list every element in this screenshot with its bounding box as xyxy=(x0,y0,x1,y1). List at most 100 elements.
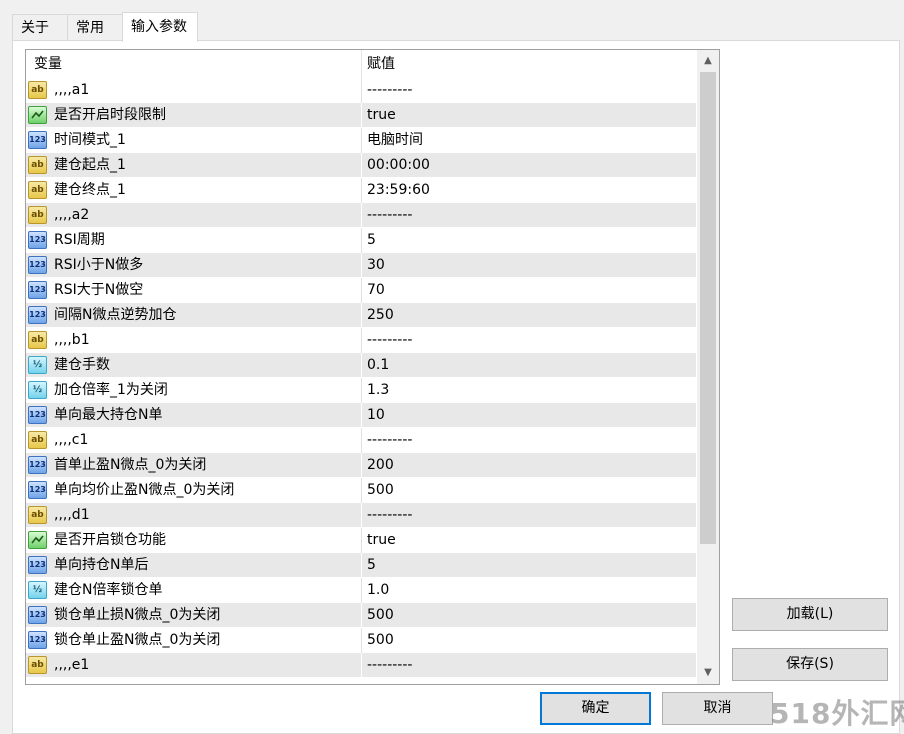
tab-common[interactable]: 常用 xyxy=(67,14,123,40)
parameter-value[interactable]: --------- xyxy=(367,328,412,353)
parameter-value[interactable]: 23:59:60 xyxy=(367,178,430,203)
table-row[interactable]: ab ,,,,a2 --------- xyxy=(26,203,696,228)
properties-window: 关于 常用 输入参数 变量 赋值 ab ,,,,a1 --------- 是否开启时段… xyxy=(0,0,904,734)
cell-divider xyxy=(361,653,362,678)
parameter-value[interactable]: 500 xyxy=(367,603,394,628)
table-row[interactable]: ½ 建仓N倍率锁仓单 1.0 xyxy=(26,578,696,603)
load-button[interactable]: 加载(L) xyxy=(732,598,888,631)
left-edge-background xyxy=(0,0,6,734)
parameter-value[interactable]: --------- xyxy=(367,503,412,528)
table-row[interactable]: 123 单向均价止盈N微点_0为关闭 500 xyxy=(26,478,696,503)
scroll-down-icon[interactable]: ▼ xyxy=(697,662,719,684)
parameter-name: RSI周期 xyxy=(54,232,105,248)
scroll-thumb[interactable] xyxy=(700,72,716,544)
cell-divider xyxy=(361,78,362,103)
cancel-button[interactable]: 取消 xyxy=(662,692,773,725)
vertical-scrollbar[interactable]: ▲ ▼ xyxy=(697,50,719,684)
ok-button[interactable]: 确定 xyxy=(540,692,651,725)
parameter-value[interactable]: true xyxy=(367,528,396,553)
int-icon: 123 xyxy=(28,556,47,574)
table-row[interactable]: ab ,,,,a1 --------- xyxy=(26,78,696,103)
parameter-value[interactable]: 250 xyxy=(367,303,394,328)
parameter-value[interactable]: 70 xyxy=(367,278,385,303)
table-row[interactable]: 123 RSI大于N做空 70 xyxy=(26,278,696,303)
cell-divider xyxy=(361,178,362,203)
parameters-grid[interactable]: 变量 赋值 ab ,,,,a1 --------- 是否开启时段限制 true 123 时间… xyxy=(25,49,720,685)
parameter-name: 间隔N微点逆势加仓 xyxy=(54,307,177,323)
scroll-up-icon[interactable]: ▲ xyxy=(697,50,719,72)
parameter-value[interactable]: 500 xyxy=(367,478,394,503)
parameter-name: ,,,,c1 xyxy=(54,432,89,448)
bool-icon xyxy=(28,531,47,549)
tab-about[interactable]: 关于 xyxy=(12,14,68,40)
table-row[interactable]: 123 时间模式_1 电脑时间 xyxy=(26,128,696,153)
table-row[interactable]: 123 单向持仓N单后 5 xyxy=(26,553,696,578)
column-header-value[interactable]: 赋值 xyxy=(367,50,395,78)
parameter-name: 建仓起点_1 xyxy=(54,157,126,173)
grid-rows: ab ,,,,a1 --------- 是否开启时段限制 true 123 时间模式_1 电脑… xyxy=(26,78,696,678)
table-row[interactable]: 123 锁仓单止损N微点_0为关闭 500 xyxy=(26,603,696,628)
table-row[interactable]: 是否开启时段限制 true xyxy=(26,103,696,128)
parameter-value[interactable]: 00:00:00 xyxy=(367,153,430,178)
cell-divider xyxy=(361,253,362,278)
table-row[interactable]: ab 建仓起点_1 00:00:00 xyxy=(26,153,696,178)
cell-divider xyxy=(361,403,362,428)
cell-divider xyxy=(361,328,362,353)
table-row[interactable]: ½ 加仓倍率_1为关闭 1.3 xyxy=(26,378,696,403)
cell-divider xyxy=(361,128,362,153)
parameter-name: ,,,,a2 xyxy=(54,207,90,223)
cell-divider xyxy=(361,378,362,403)
parameter-value[interactable]: 1.3 xyxy=(367,378,389,403)
parameter-value[interactable]: --------- xyxy=(367,428,412,453)
int-icon: 123 xyxy=(28,406,47,424)
cell-divider xyxy=(361,353,362,378)
table-row[interactable]: 123 单向最大持仓N单 10 xyxy=(26,403,696,428)
table-row[interactable]: 123 首单止盈N微点_0为关闭 200 xyxy=(26,453,696,478)
parameter-name: 锁仓单止损N微点_0为关闭 xyxy=(54,607,221,623)
column-divider[interactable] xyxy=(361,50,362,78)
table-row[interactable]: ½ 建仓手数 0.1 xyxy=(26,353,696,378)
table-row[interactable]: ab ,,,,e1 --------- xyxy=(26,653,696,678)
table-row[interactable]: 是否开启锁仓功能 true xyxy=(26,528,696,553)
int-icon: 123 xyxy=(28,456,47,474)
cell-divider xyxy=(361,578,362,603)
parameter-name: 是否开启锁仓功能 xyxy=(54,532,166,548)
tab-input-parameters[interactable]: 输入参数 xyxy=(122,12,198,42)
save-button[interactable]: 保存(S) xyxy=(732,648,888,681)
parameter-value[interactable]: --------- xyxy=(367,78,412,103)
parameter-value[interactable]: --------- xyxy=(367,653,412,678)
int-icon: 123 xyxy=(28,256,47,274)
table-row[interactable]: 123 间隔N微点逆势加仓 250 xyxy=(26,303,696,328)
table-row[interactable]: ab ,,,,b1 --------- xyxy=(26,328,696,353)
parameter-value[interactable]: 200 xyxy=(367,453,394,478)
parameter-value[interactable]: 500 xyxy=(367,628,394,653)
int-icon: 123 xyxy=(28,481,47,499)
table-row[interactable]: ab ,,,,c1 --------- xyxy=(26,428,696,453)
column-header-variable[interactable]: 变量 xyxy=(34,50,62,78)
table-row[interactable]: ab ,,,,d1 --------- xyxy=(26,503,696,528)
int-icon: 123 xyxy=(28,306,47,324)
int-icon: 123 xyxy=(28,131,47,149)
parameter-value[interactable]: 30 xyxy=(367,253,385,278)
table-row[interactable]: 123 RSI周期 5 xyxy=(26,228,696,253)
string-icon: ab xyxy=(28,181,47,199)
string-icon: ab xyxy=(28,331,47,349)
parameter-value[interactable]: 电脑时间 xyxy=(367,128,423,153)
cell-divider xyxy=(361,153,362,178)
parameter-value[interactable]: 1.0 xyxy=(367,578,389,603)
parameter-value[interactable]: true xyxy=(367,103,396,128)
table-row[interactable]: 123 RSI小于N做多 30 xyxy=(26,253,696,278)
parameter-value[interactable]: 5 xyxy=(367,553,376,578)
table-row[interactable]: ab 建仓终点_1 23:59:60 xyxy=(26,178,696,203)
parameter-value[interactable]: 0.1 xyxy=(367,353,389,378)
parameter-value[interactable]: --------- xyxy=(367,203,412,228)
parameter-value[interactable]: 10 xyxy=(367,403,385,428)
table-row[interactable]: 123 锁仓单止盈N微点_0为关闭 500 xyxy=(26,628,696,653)
string-icon: ab xyxy=(28,431,47,449)
cell-divider xyxy=(361,453,362,478)
parameter-name: 单向最大持仓N单 xyxy=(54,407,163,423)
parameter-name: 建仓手数 xyxy=(54,357,110,373)
parameter-name: 建仓终点_1 xyxy=(54,182,126,198)
parameter-name: 时间模式_1 xyxy=(54,132,126,148)
parameter-value[interactable]: 5 xyxy=(367,228,376,253)
